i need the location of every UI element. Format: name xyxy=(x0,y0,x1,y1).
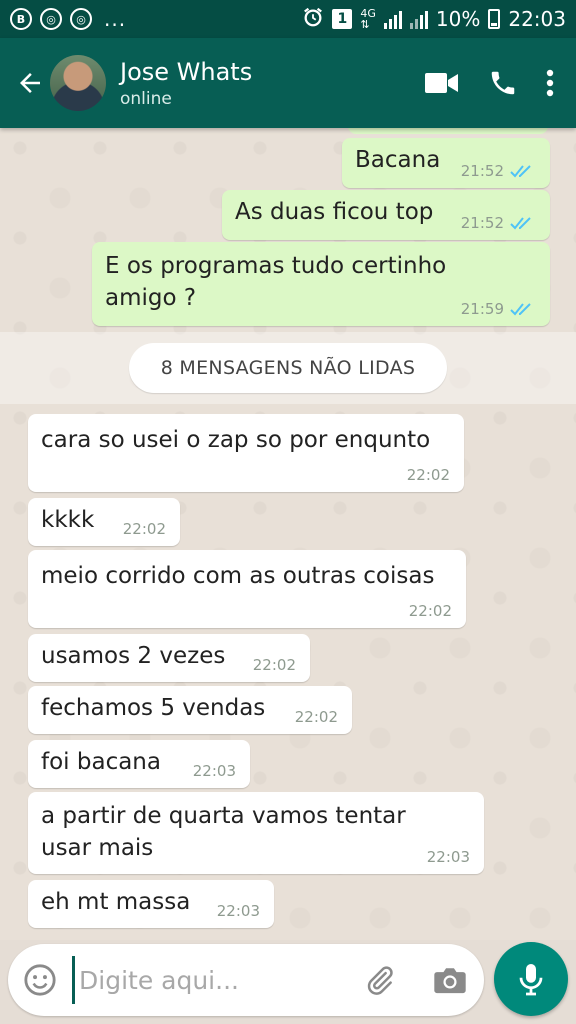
more-vert-icon[interactable] xyxy=(546,59,554,107)
previous-message-edge xyxy=(348,128,548,134)
message-text: As duas ficou top xyxy=(235,199,434,225)
chat-header: Jose Whats online xyxy=(0,38,576,128)
message-text-line2: amigo ? xyxy=(105,285,197,311)
signal-icon-2 xyxy=(409,9,428,29)
phone-icon[interactable] xyxy=(488,59,518,107)
message-time: 21:52 xyxy=(460,162,504,180)
message-text-line2: usar mais xyxy=(41,835,154,861)
outgoing-message[interactable]: E os programas tudo certinho amigo ? 21:… xyxy=(92,242,550,326)
unread-count-label: 8 MENSAGENS NÃO LIDAS xyxy=(128,343,448,393)
contact-status: online xyxy=(120,89,172,109)
incoming-message[interactable]: fechamos 5 vendas 22:02 xyxy=(28,686,352,734)
composer-bar xyxy=(8,944,484,1016)
mic-button[interactable] xyxy=(494,942,568,1016)
message-time: 22:02 xyxy=(252,656,296,674)
message-input[interactable] xyxy=(72,956,342,1004)
message-text: usamos 2 vezes xyxy=(41,643,226,669)
message-text: kkkk xyxy=(41,507,95,533)
incoming-message[interactable]: usamos 2 vezes 22:02 xyxy=(28,634,310,682)
unread-banner: 8 MENSAGENS NÃO LIDAS xyxy=(0,332,576,404)
message-text: fechamos 5 vendas xyxy=(41,695,266,721)
alarm-icon xyxy=(302,6,324,33)
more-notifications: ... xyxy=(104,7,127,31)
camera-icon[interactable] xyxy=(428,958,472,1002)
battery-percent: 10% xyxy=(435,7,481,31)
back-arrow-icon[interactable] xyxy=(6,59,54,107)
contact-name: Jose Whats xyxy=(120,58,253,86)
incoming-message[interactable]: cara so usei o zap so por enqunto 22:02 xyxy=(28,414,464,492)
clock: 22:03 xyxy=(508,7,566,31)
incoming-message[interactable]: meio corrido com as outras coisas 22:02 xyxy=(28,550,466,628)
sim-badge: 1 xyxy=(332,9,353,29)
outgoing-message[interactable]: As duas ficou top 21:52 xyxy=(222,190,550,240)
avatar[interactable] xyxy=(50,55,106,111)
chrome-icon: ◎ xyxy=(40,8,62,30)
incoming-message[interactable]: a partir de quarta vamos tentar usar mai… xyxy=(28,792,484,874)
battery-icon xyxy=(488,9,501,29)
incoming-message[interactable]: kkkk 22:02 xyxy=(28,498,180,546)
message-time: 22:02 xyxy=(294,708,338,726)
message-time: 21:52 xyxy=(460,214,504,232)
message-text: Bacana xyxy=(355,147,441,173)
read-ticks-icon xyxy=(510,217,531,230)
message-time: 22:02 xyxy=(408,602,452,620)
message-time: 22:02 xyxy=(406,466,450,484)
incoming-message[interactable]: eh mt massa 22:03 xyxy=(28,880,274,928)
mic-icon xyxy=(519,964,543,996)
signal-icon xyxy=(383,9,402,29)
message-time: 22:03 xyxy=(216,902,260,920)
message-text-line1: a partir de quarta vamos tentar xyxy=(41,803,406,829)
message-text: cara so usei o zap so por enqunto xyxy=(41,427,431,453)
read-ticks-icon xyxy=(510,303,531,316)
outgoing-message[interactable]: Bacana 21:52 xyxy=(342,138,550,188)
network-type: 4G ⇅ xyxy=(360,7,376,31)
video-call-icon[interactable] xyxy=(424,59,460,107)
status-bar: B ◎ ◎ ... 1 4G ⇅ 10% 22:03 xyxy=(0,0,576,38)
incoming-message[interactable]: foi bacana 22:03 xyxy=(28,740,250,788)
message-time: 22:03 xyxy=(426,848,470,866)
message-text-line1: E os programas tudo certinho xyxy=(105,253,447,279)
chrome-icon-2: ◎ xyxy=(70,8,92,30)
message-text: meio corrido com as outras coisas xyxy=(41,563,435,589)
message-time: 22:03 xyxy=(192,762,236,780)
message-time: 21:59 xyxy=(460,300,504,318)
emoji-icon[interactable] xyxy=(8,944,72,1016)
message-text: eh mt massa xyxy=(41,889,191,915)
message-time: 22:02 xyxy=(122,520,166,538)
contact-info[interactable]: Jose Whats online xyxy=(120,57,252,109)
attach-icon[interactable] xyxy=(358,958,402,1002)
chat-area[interactable]: Bacana 21:52 As duas ficou top 21:52 E o… xyxy=(0,128,576,940)
notification-b-icon: B xyxy=(10,8,32,30)
message-text: foi bacana xyxy=(41,749,161,775)
read-ticks-icon xyxy=(510,165,531,178)
